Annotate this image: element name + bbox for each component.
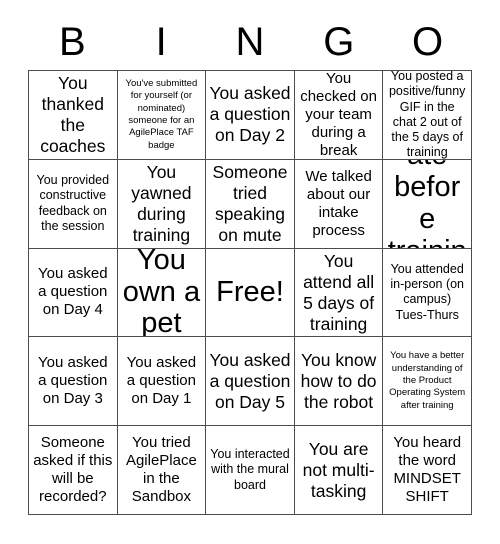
bingo-cell-text: You asked a question on Day 2 bbox=[209, 83, 291, 146]
bingo-cell-text: You are not multi-tasking bbox=[302, 438, 375, 501]
bingo-cell-text: You've submitted for yourself (or nomina… bbox=[125, 77, 198, 151]
bingo-cell-r2c2[interactable]: You yawned during training bbox=[117, 159, 207, 249]
bingo-cell-text: Free! bbox=[216, 275, 284, 308]
bingo-cell-text: You posted a positive/funny GIF in the c… bbox=[388, 71, 466, 160]
bingo-cell-text: You interacted with the mural board bbox=[210, 447, 290, 492]
bingo-cell-r3c1[interactable]: You asked a question on Day 4 bbox=[29, 248, 118, 338]
bingo-cell-text: You tried AgilePlace in the Sandbox bbox=[125, 434, 197, 506]
bingo-cell-r1c5[interactable]: You posted a positive/funny GIF in the c… bbox=[383, 71, 472, 160]
bingo-cell-text: You heard the word MINDSET SHIFT bbox=[393, 434, 462, 506]
bingo-cell-text: You attend all 5 days of training bbox=[303, 250, 375, 334]
bingo-cell-text: You attended in-person (on campus) Tues-… bbox=[390, 261, 465, 322]
bingo-card: B I N G O You thanked the coaches You've… bbox=[0, 0, 500, 544]
bingo-cell-text: You checked on your team during a break bbox=[300, 71, 377, 159]
bingo-cell-r2c4[interactable]: We talked about our intake process bbox=[294, 159, 384, 249]
bingo-cell-r3c2[interactable]: You own a pet bbox=[117, 248, 207, 338]
bingo-cell-text: You have a better understanding of the P… bbox=[389, 350, 466, 411]
bingo-cell-text: You yawned during training bbox=[131, 161, 192, 245]
header-letter-b: B bbox=[59, 20, 86, 64]
bingo-cell-r1c1[interactable]: You thanked the coaches bbox=[29, 71, 118, 160]
bingo-grid: You thanked the coaches You've submitted… bbox=[28, 70, 472, 515]
bingo-cell-r2c3[interactable]: Someone tried speaking on mute bbox=[206, 159, 295, 249]
bingo-cell-r5c1[interactable]: Someone asked if this will be recorded? bbox=[29, 426, 118, 515]
bingo-cell-r4c3[interactable]: You asked a question on Day 5 bbox=[206, 337, 295, 427]
bingo-cell-text: Someone tried speaking on mute bbox=[212, 161, 288, 245]
bingo-cell-text: You asked a question on Day 5 bbox=[209, 349, 291, 412]
bingo-cell-text: Someone asked if this will be recorded? bbox=[33, 434, 113, 506]
bingo-cell-r5c2[interactable]: You tried AgilePlace in the Sandbox bbox=[117, 426, 207, 515]
bingo-header-letters: B I N G O bbox=[28, 14, 472, 70]
bingo-cell-text: You know how to do the robot bbox=[300, 349, 377, 412]
bingo-cell-r4c5[interactable]: You have a better understanding of the P… bbox=[383, 337, 472, 427]
bingo-cell-r5c3[interactable]: You interacted with the mural board bbox=[206, 426, 295, 515]
bingo-cell-r4c2[interactable]: You asked a question on Day 1 bbox=[117, 337, 207, 427]
bingo-cell-r1c3[interactable]: You asked a question on Day 2 bbox=[206, 71, 295, 160]
bingo-cell-text: You asked a question on Day 4 bbox=[38, 265, 108, 319]
bingo-cell-r4c4[interactable]: You know how to do the robot bbox=[294, 337, 384, 427]
bingo-cell-free-space[interactable]: Free! bbox=[206, 248, 295, 338]
header-letter-n: N bbox=[235, 20, 265, 64]
header-letter-o: O bbox=[412, 20, 444, 64]
bingo-cell-text: You provided constructive feedback on th… bbox=[36, 173, 110, 233]
bingo-cell-text: You thanked the coaches bbox=[40, 72, 106, 156]
bingo-cell-r5c5[interactable]: You heard the word MINDSET SHIFT bbox=[383, 426, 472, 515]
bingo-cell-r2c5[interactable]: You ate before training bbox=[383, 159, 472, 249]
bingo-cell-text: You own a pet bbox=[122, 248, 201, 338]
bingo-cell-r1c2[interactable]: You've submitted for yourself (or nomina… bbox=[117, 71, 207, 160]
bingo-cell-r3c5[interactable]: You attended in-person (on campus) Tues-… bbox=[383, 248, 472, 338]
bingo-cell-r3c4[interactable]: You attend all 5 days of training bbox=[294, 248, 384, 338]
bingo-cell-r1c4[interactable]: You checked on your team during a break bbox=[294, 71, 384, 160]
bingo-cell-text: We talked about our intake process bbox=[305, 167, 372, 239]
bingo-cell-text: You ate before training bbox=[388, 160, 467, 248]
bingo-cell-text: You asked a question on Day 3 bbox=[38, 354, 108, 408]
bingo-cell-text: You asked a question on Day 1 bbox=[126, 354, 197, 408]
bingo-cell-r4c1[interactable]: You asked a question on Day 3 bbox=[29, 337, 118, 427]
bingo-cell-r5c4[interactable]: You are not multi-tasking bbox=[294, 426, 384, 515]
header-letter-i: I bbox=[155, 20, 167, 64]
header-letter-g: G bbox=[323, 20, 355, 64]
bingo-cell-r2c1[interactable]: You provided constructive feedback on th… bbox=[29, 159, 118, 249]
